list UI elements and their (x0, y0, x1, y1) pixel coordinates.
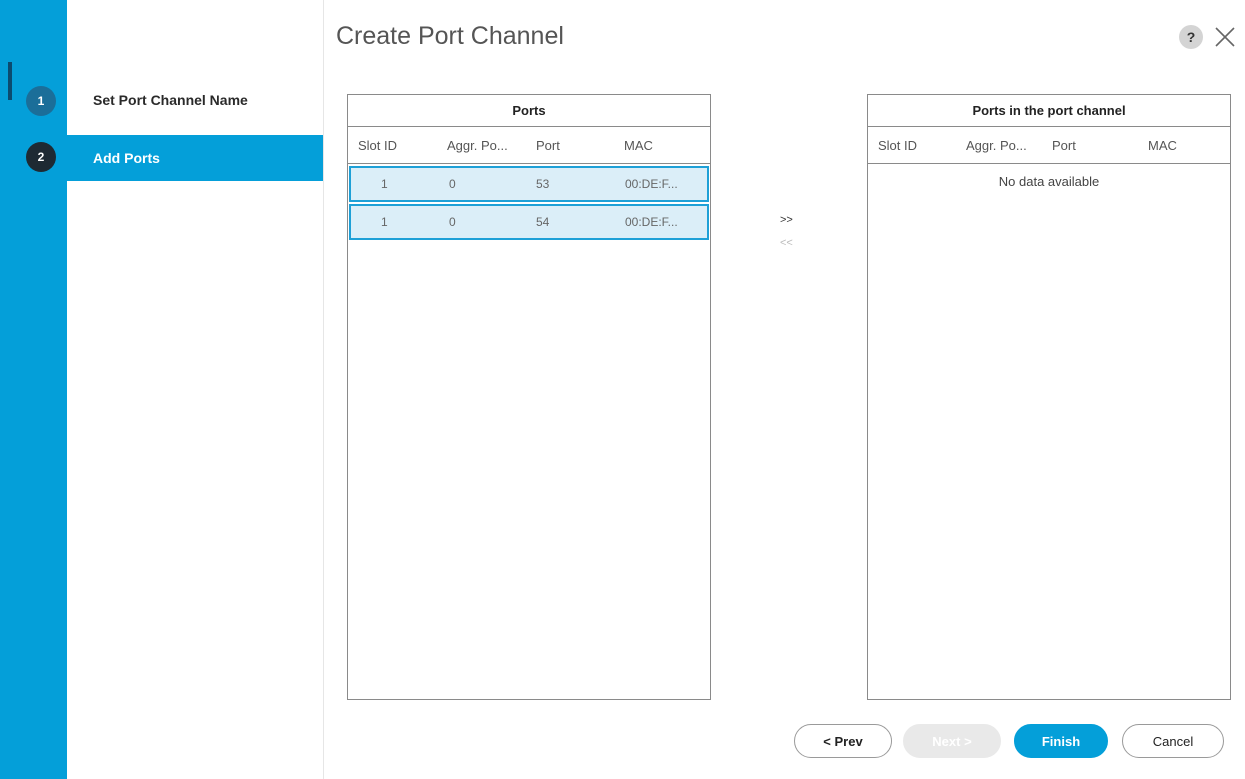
next-button[interactable]: Next > (903, 724, 1001, 758)
remove-from-channel-button[interactable]: << (780, 237, 793, 249)
column-header-port[interactable]: Port (536, 138, 560, 153)
cell-port: 53 (536, 177, 550, 191)
cell-mac: 00:DE:F... (625, 177, 678, 191)
column-header-port[interactable]: Port (1052, 138, 1076, 153)
wizard-step-add-ports[interactable]: Add Ports (67, 135, 323, 181)
wizard-step-rail: 1 2 (0, 0, 67, 779)
wizard-steps-nav: Set Port Channel Name Add Ports (67, 0, 324, 779)
cell-aggr-port: 0 (449, 177, 456, 191)
cell-slot-id: 1 (381, 177, 388, 191)
cell-aggr-port: 0 (449, 215, 456, 229)
finish-button[interactable]: Finish (1014, 724, 1108, 758)
ports-table: Ports Slot ID Aggr. Po... Port MAC 1 0 5… (347, 94, 711, 700)
column-header-aggr-port[interactable]: Aggr. Po... (966, 138, 1027, 153)
ports-table-title: Ports (348, 95, 710, 127)
column-header-aggr-port[interactable]: Aggr. Po... (447, 138, 508, 153)
table-row[interactable]: 1 0 54 00:DE:F... (349, 204, 709, 240)
prev-button[interactable]: < Prev (794, 724, 892, 758)
ports-table-header: Slot ID Aggr. Po... Port MAC (348, 127, 710, 164)
step-number-2[interactable]: 2 (26, 142, 56, 172)
table-row[interactable]: 1 0 53 00:DE:F... (349, 166, 709, 202)
column-header-slot-id[interactable]: Slot ID (878, 138, 917, 153)
help-icon[interactable]: ? (1179, 25, 1203, 49)
rail-marker (8, 62, 12, 100)
cancel-button[interactable]: Cancel (1122, 724, 1224, 758)
port-channel-table-header: Slot ID Aggr. Po... Port MAC (868, 127, 1230, 164)
step-number-1[interactable]: 1 (26, 86, 56, 116)
cell-slot-id: 1 (381, 215, 388, 229)
empty-table-message: No data available (998, 174, 1100, 189)
port-channel-table: Ports in the port channel Slot ID Aggr. … (867, 94, 1231, 700)
column-header-slot-id[interactable]: Slot ID (358, 138, 397, 153)
cell-port: 54 (536, 215, 550, 229)
cell-mac: 00:DE:F... (625, 215, 678, 229)
column-header-mac[interactable]: MAC (624, 138, 653, 153)
close-icon[interactable] (1212, 24, 1238, 50)
dialog-title: Create Port Channel (336, 22, 564, 50)
add-to-channel-button[interactable]: >> (780, 214, 793, 226)
column-header-mac[interactable]: MAC (1148, 138, 1177, 153)
port-channel-table-title: Ports in the port channel (868, 95, 1230, 127)
wizard-step-set-port-channel-name[interactable]: Set Port Channel Name (67, 77, 323, 123)
